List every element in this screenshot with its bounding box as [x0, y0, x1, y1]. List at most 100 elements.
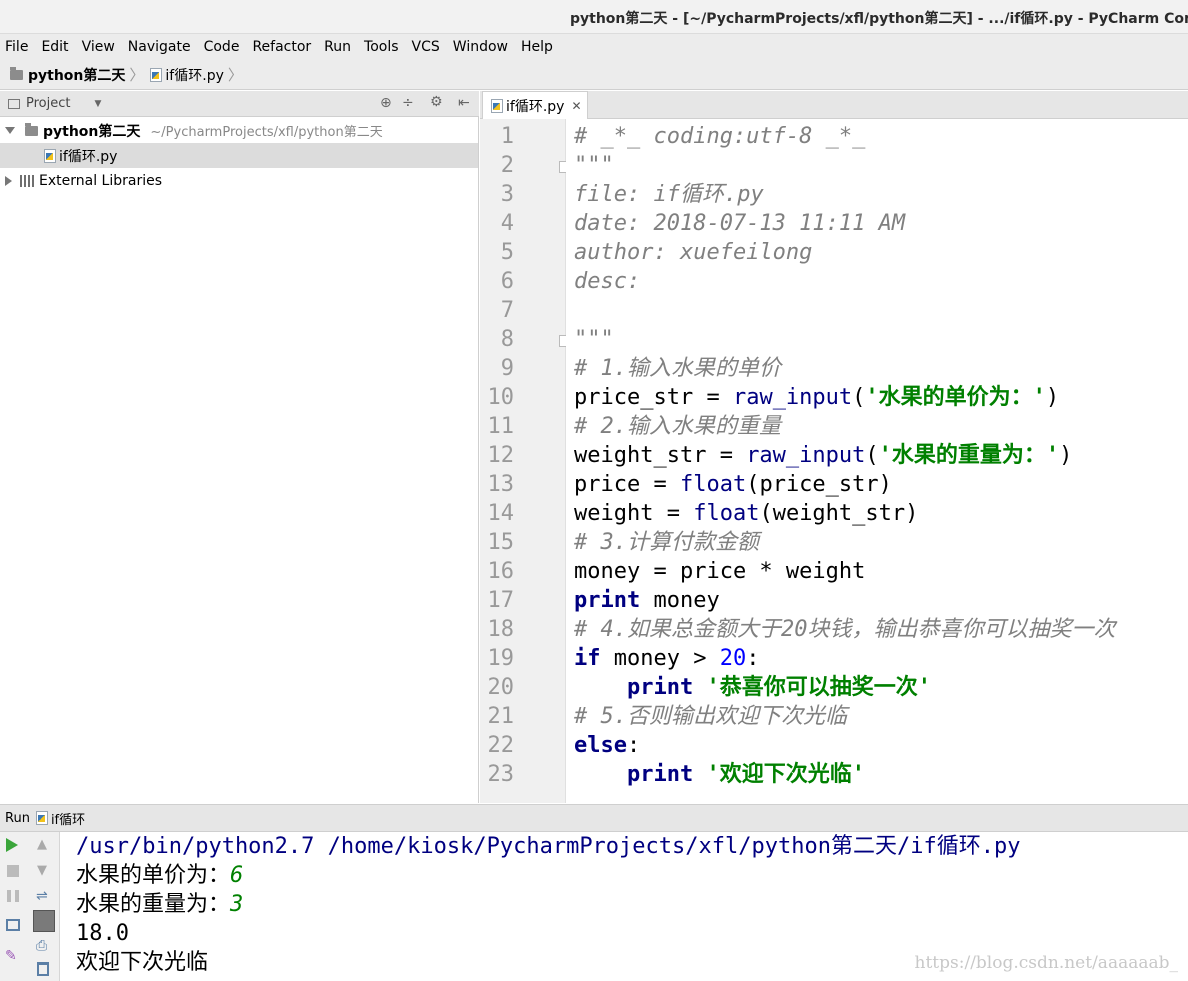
line-number: 6 — [500, 269, 514, 294]
layout-icon[interactable] — [6, 919, 20, 931]
breadcrumb: python第二天 〉 if循环.py 〉 — [0, 60, 1188, 90]
menu-file[interactable]: File — [5, 39, 28, 55]
folder-icon — [25, 122, 38, 136]
line-number: 15 — [487, 530, 515, 555]
stop-icon[interactable] — [7, 865, 19, 877]
editor-tab-bar: if循环.py ✕ — [480, 91, 1188, 119]
run-config-tab[interactable]: if循环 — [51, 809, 85, 828]
hide-icon[interactable]: ⇤ — [458, 95, 470, 111]
code-line-5: author: xuefeilong — [574, 240, 813, 265]
python-file-icon — [44, 148, 56, 163]
line-number: 20 — [487, 675, 515, 700]
line-number: 13 — [487, 472, 515, 497]
menu-run[interactable]: Run — [324, 39, 351, 55]
code-line-19: if money > 20: — [574, 646, 760, 671]
trash-icon[interactable] — [37, 962, 49, 976]
code-line-11: # 2.输入水果的重量 — [574, 414, 781, 439]
expand-icon[interactable] — [5, 175, 12, 186]
console-line: 水果的重量为：3 — [76, 892, 244, 917]
breadcrumb-project[interactable]: python第二天 — [10, 65, 125, 85]
line-number: 5 — [500, 240, 514, 265]
arrow-down-icon[interactable]: ▼ — [37, 863, 53, 879]
code-line-18: # 4.如果总金额大于20块钱，输出恭喜你可以抽奖一次 — [574, 617, 1116, 642]
code-editor[interactable]: # _*_ coding:utf-8 _*_ """ file: if循环.py… — [566, 119, 1188, 803]
code-line-20: print '恭喜你可以抽奖一次' — [626, 675, 931, 700]
console-line: 18.0 — [76, 921, 129, 946]
run-icon[interactable] — [6, 838, 18, 852]
line-number: 3 — [500, 182, 514, 207]
expand-icon[interactable] — [5, 127, 15, 134]
menu-code[interactable]: Code — [204, 39, 240, 55]
code-line-12: weight_str = raw_input('水果的重量为：') — [574, 443, 1073, 468]
code-line-23: print '欢迎下次光临' — [626, 762, 865, 787]
gear-icon[interactable]: ⚙ — [430, 94, 443, 110]
menu-refactor[interactable]: Refactor — [252, 39, 311, 55]
code-line-8: """ — [574, 327, 614, 352]
line-number: 4 — [500, 211, 514, 236]
library-icon — [20, 174, 34, 187]
line-number: 23 — [487, 762, 515, 787]
python-file-icon — [150, 67, 163, 82]
line-number: 14 — [487, 501, 515, 526]
line-number: 16 — [487, 559, 515, 584]
menu-window[interactable]: Window — [453, 39, 508, 55]
line-number: 12 — [487, 443, 515, 468]
breadcrumb-file[interactable]: if循环.py — [150, 65, 224, 85]
line-number: 19 — [487, 646, 515, 671]
tree-item-project-root[interactable]: python第二天 ~/PycharmProjects/xfl/python第二… — [0, 118, 478, 143]
chevron-right-icon: 〉 — [129, 66, 145, 84]
scroll-to-end-icon[interactable] — [33, 910, 55, 932]
line-number: 22 — [487, 733, 515, 758]
watermark: https://blog.csdn.net/aaaaaab_ — [914, 953, 1178, 973]
tree-item-external-libraries[interactable]: External Libraries — [0, 168, 478, 193]
folder-icon — [10, 66, 23, 80]
tree-item-file[interactable]: if循环.py — [0, 143, 478, 168]
line-number: 11 — [487, 414, 515, 439]
code-line-1: # _*_ coding:utf-8 _*_ — [574, 124, 866, 149]
menu-vcs[interactable]: VCS — [412, 39, 440, 55]
code-line-6: desc: — [574, 269, 641, 294]
chevron-down-icon[interactable]: ▼ — [94, 99, 101, 109]
menu-tools[interactable]: Tools — [364, 39, 399, 55]
line-number: 21 — [487, 704, 515, 729]
console-line: 欢迎下次光临 — [76, 950, 209, 975]
run-label: Run — [5, 810, 30, 826]
print-icon[interactable]: ⎙ — [36, 938, 52, 954]
code-line-17: print money — [574, 588, 720, 613]
tab-if-loop[interactable]: if循环.py ✕ — [482, 91, 588, 119]
line-number-gutter: 1 2 3 4 5 6 7 8 9 10 11 12 13 14 15 16 1… — [480, 119, 571, 803]
collapse-icon[interactable]: ÷ — [402, 95, 414, 111]
code-line-22: else: — [574, 733, 641, 758]
line-number: 7 — [500, 298, 514, 323]
project-view-icon — [8, 98, 20, 109]
code-line-4: date: 2018-07-13 11:11 AM — [574, 211, 906, 236]
code-line-10: price_str = raw_input('水果的单价为：') — [574, 385, 1060, 410]
menu-help[interactable]: Help — [521, 39, 553, 55]
menu-view[interactable]: View — [82, 39, 115, 55]
chevron-right-icon: 〉 — [227, 66, 243, 84]
pin-icon[interactable]: ✎ — [5, 948, 21, 964]
menu-bar: File Edit View Navigate Code Refactor Ru… — [0, 34, 1188, 60]
code-line-9: # 1.输入水果的单价 — [574, 356, 781, 381]
title-bar: python第二天 - [~/PycharmProjects/xfl/pytho… — [0, 0, 1188, 34]
line-number: 17 — [487, 588, 515, 613]
project-panel-header: Project ▼ ⊕ ÷ ⚙ ⇤ — [0, 91, 479, 117]
code-line-15: # 3.计算付款金额 — [574, 530, 759, 555]
line-number: 8 — [500, 327, 514, 352]
pause-icon[interactable] — [7, 890, 19, 902]
project-tree: python第二天 ~/PycharmProjects/xfl/python第二… — [0, 117, 479, 803]
line-number: 9 — [500, 356, 514, 381]
code-line-3: file: if循环.py — [574, 182, 764, 207]
locate-icon[interactable]: ⊕ — [380, 95, 392, 111]
menu-edit[interactable]: Edit — [41, 39, 68, 55]
arrow-up-icon[interactable]: ▲ — [37, 837, 53, 853]
project-view-selector[interactable]: Project — [26, 96, 70, 111]
menu-navigate[interactable]: Navigate — [128, 39, 191, 55]
soft-wrap-icon[interactable]: ⇌ — [36, 888, 52, 904]
python-file-icon — [491, 98, 503, 113]
code-line-2: """ — [574, 153, 614, 178]
code-line-13: price = float(price_str) — [574, 472, 892, 497]
close-icon[interactable]: ✕ — [571, 99, 581, 113]
line-number: 10 — [487, 385, 515, 410]
line-number: 1 — [500, 124, 514, 149]
